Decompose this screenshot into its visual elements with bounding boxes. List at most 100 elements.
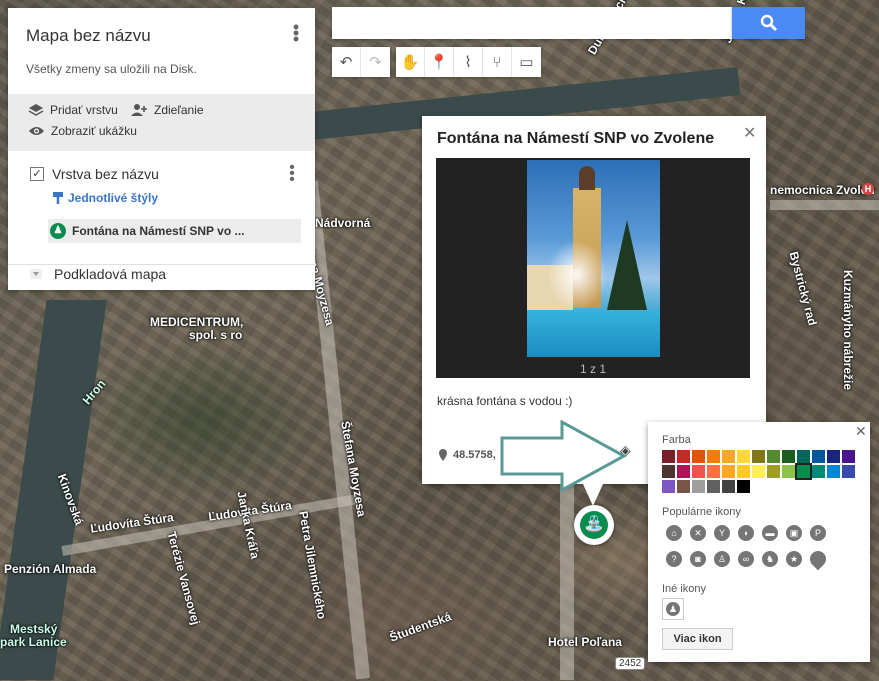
color-swatch[interactable] xyxy=(782,450,795,463)
parking-icon[interactable]: P xyxy=(810,525,826,541)
color-swatch[interactable] xyxy=(707,480,720,493)
hand-icon[interactable]: ✋ xyxy=(396,47,425,77)
popular-icons-title: Populárne ikony xyxy=(662,506,741,518)
color-swatch[interactable] xyxy=(722,465,735,478)
add-marker-icon[interactable]: 📍 xyxy=(425,47,454,77)
color-swatch[interactable] xyxy=(842,465,855,478)
color-swatch[interactable] xyxy=(795,463,812,480)
color-swatch[interactable] xyxy=(662,465,675,478)
color-swatch[interactable] xyxy=(752,450,765,463)
share-button[interactable]: Zdieľanie xyxy=(130,103,204,117)
restaurant-icon[interactable]: ✕ xyxy=(690,525,706,541)
color-swatch[interactable] xyxy=(812,450,825,463)
fountain-marker[interactable]: ⛲ xyxy=(574,505,614,545)
layer-options-icon[interactable]: • • • xyxy=(287,160,297,188)
directions-icon[interactable]: ⑂ xyxy=(483,47,512,77)
color-title: Farba xyxy=(662,434,691,446)
add-layer-label: Pridať vrstvu xyxy=(50,103,118,117)
preview-button[interactable]: Zobraziť ukážku xyxy=(28,124,137,138)
color-swatch[interactable] xyxy=(722,450,735,463)
draw-line-icon[interactable]: ⌇ xyxy=(454,47,483,77)
search-button[interactable] xyxy=(732,7,805,39)
map-label: Študentská xyxy=(387,609,454,645)
basemap-toggle[interactable]: Podkladová mapa xyxy=(30,266,166,282)
bike-icon[interactable]: ∞ xyxy=(738,551,754,567)
photo-viewer[interactable]: 1 z 1 xyxy=(436,158,750,378)
shopping-icon[interactable]: ▣ xyxy=(786,525,802,541)
other-icon-fountain[interactable]: ♟ xyxy=(662,598,684,620)
individual-styles-link[interactable]: Jednotlivé štýly xyxy=(52,191,158,205)
color-swatch[interactable] xyxy=(767,450,780,463)
layers-icon xyxy=(28,104,44,116)
color-swatch[interactable] xyxy=(722,480,735,493)
color-swatch[interactable] xyxy=(752,465,765,478)
color-swatches xyxy=(662,450,862,493)
color-swatch[interactable] xyxy=(692,465,705,478)
fountain-icon: ♟ xyxy=(666,602,680,616)
style-palette: ✕ Farba Populárne ikony ⌂ ✕ Y ◗ ▬ ▣ P ? … xyxy=(648,422,870,662)
color-swatch[interactable] xyxy=(767,465,780,478)
coordinates: 48.5758, xyxy=(439,449,496,461)
run-icon[interactable]: ♞ xyxy=(762,551,778,567)
color-swatch[interactable] xyxy=(692,450,705,463)
color-swatch[interactable] xyxy=(827,465,840,478)
panel-toolbar: Pridať vrstvu Zdieľanie Zobraziť ukážku xyxy=(8,94,315,151)
layer-name[interactable]: Vrstva bez názvu xyxy=(52,166,159,182)
fountain-icon: ⛲ xyxy=(580,511,608,539)
add-layer-button[interactable]: Pridať vrstvu xyxy=(28,103,118,117)
ruler-icon[interactable]: ▭ xyxy=(512,47,541,77)
star-icon[interactable]: ★ xyxy=(786,551,802,567)
road xyxy=(560,480,574,680)
basemap-label: Podkladová mapa xyxy=(54,266,167,282)
color-swatch[interactable] xyxy=(677,465,690,478)
map-label: nemocnica Zvolen xyxy=(770,183,875,197)
map-label: Petra Jilemnického xyxy=(296,510,329,621)
drawing-tools-group: ✋ 📍 ⌇ ⑂ ▭ xyxy=(396,47,541,77)
color-swatch[interactable] xyxy=(737,480,750,493)
walk-icon[interactable]: ♙ xyxy=(714,551,730,567)
hospital-icon[interactable]: H xyxy=(862,183,874,195)
undo-redo-group: ↶ ↷ xyxy=(332,47,390,77)
color-swatch[interactable] xyxy=(677,480,690,493)
eye-icon xyxy=(29,127,44,135)
color-swatch[interactable] xyxy=(812,465,825,478)
color-swatch[interactable] xyxy=(662,450,675,463)
camera-icon[interactable]: ◙ xyxy=(690,551,706,567)
undo-icon[interactable]: ↶ xyxy=(332,47,361,77)
color-swatch[interactable] xyxy=(827,450,840,463)
map-label: Penzión Almada xyxy=(4,562,97,576)
close-icon[interactable]: ✕ xyxy=(855,423,867,440)
search-icon xyxy=(760,14,777,32)
more-options-icon[interactable]: • • • xyxy=(291,18,301,48)
color-swatch[interactable] xyxy=(707,450,720,463)
bar-icon[interactable]: Y xyxy=(714,525,730,541)
layer-checkbox[interactable]: ✓ xyxy=(30,167,44,181)
search-input[interactable] xyxy=(332,7,732,39)
card-title: Fontána na Námestí SNP vo Zvolene xyxy=(437,130,715,147)
redo-icon[interactable]: ↷ xyxy=(361,47,390,77)
help-icon[interactable]: ? xyxy=(666,551,682,567)
map-label: park Lanice xyxy=(0,635,67,649)
arrow-annotation xyxy=(500,420,628,492)
paint-roller-icon xyxy=(53,192,63,204)
color-swatch[interactable] xyxy=(842,450,855,463)
map-label: Bystrický rad xyxy=(786,250,820,328)
fountain-photo[interactable] xyxy=(527,160,660,357)
color-swatch[interactable] xyxy=(707,465,720,478)
color-swatch[interactable] xyxy=(677,450,690,463)
home-icon[interactable]: ⌂ xyxy=(666,525,682,541)
color-swatch[interactable] xyxy=(797,450,810,463)
feature-item[interactable]: ♟ Fontána na Námestí SNP vo ... xyxy=(48,219,301,243)
color-swatch[interactable] xyxy=(692,480,705,493)
hotel-icon[interactable]: ▬ xyxy=(762,525,778,541)
map-label: Kuzmányho nábrežie xyxy=(841,270,855,391)
color-swatch[interactable] xyxy=(782,465,795,478)
more-icons-button[interactable]: Viac ikon xyxy=(662,628,733,650)
color-swatch[interactable] xyxy=(662,480,675,493)
map-title[interactable]: Mapa bez názvu xyxy=(26,26,151,46)
close-icon[interactable]: ✕ xyxy=(743,123,756,143)
color-swatch[interactable] xyxy=(737,465,750,478)
color-swatch[interactable] xyxy=(737,450,750,463)
cafe-icon[interactable]: ◗ xyxy=(738,525,754,541)
place-icon[interactable] xyxy=(806,547,830,571)
